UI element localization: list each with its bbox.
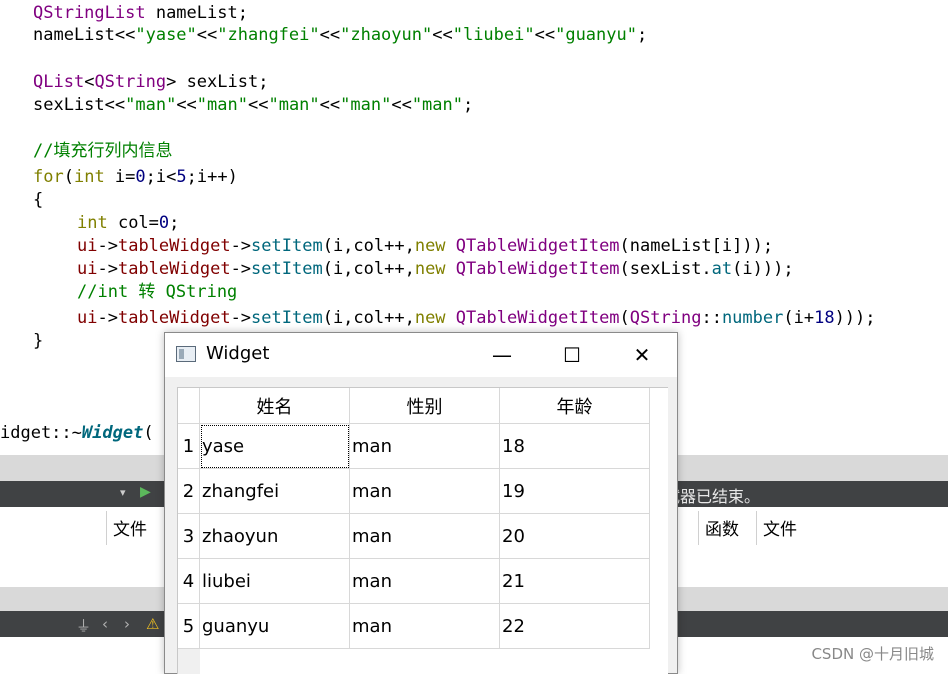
column-divider xyxy=(106,511,107,545)
close-button[interactable]: ✕ xyxy=(607,333,677,377)
code-line-1: QStringList nameList; xyxy=(33,3,248,23)
code-line-8: int col=0; xyxy=(77,213,180,233)
back-icon[interactable]: ‹ xyxy=(102,615,108,633)
code-line-4: sexList<<"man"<<"man"<<"man"<<"man"<<"ma… xyxy=(33,95,474,115)
row-header-filler xyxy=(178,649,200,674)
table-cell[interactable]: man xyxy=(350,604,500,649)
code-line-3: QList<QString> sexList; xyxy=(33,72,269,92)
column-header-age[interactable]: 年龄 xyxy=(500,388,650,424)
code-line-7: { xyxy=(33,190,44,210)
column-header-sex[interactable]: 性别 xyxy=(350,388,500,424)
column-divider xyxy=(698,511,699,545)
dropdown-arrow-icon[interactable]: ▾ xyxy=(120,486,126,499)
code-line-10: ui->tableWidget->setItem(i,col++,new QTa… xyxy=(77,259,794,279)
maximize-button[interactable]: ☐ xyxy=(537,333,607,377)
window-title: Widget xyxy=(206,343,270,364)
minimize-button[interactable]: — xyxy=(467,333,537,377)
filter-icon[interactable]: ⏚ xyxy=(76,615,91,636)
window-titlebar[interactable]: Widget — ☐ ✕ xyxy=(165,333,677,377)
code-line-2: nameList<<"yase"<<"zhangfei"<<"zhaoyun"<… xyxy=(33,25,648,45)
panel-header-file-2[interactable]: 文件 xyxy=(763,515,797,540)
code-line-13: } xyxy=(33,331,44,351)
table-cell[interactable]: yase xyxy=(200,424,350,469)
maximize-icon: ☐ xyxy=(563,343,581,367)
close-icon: ✕ xyxy=(633,343,651,367)
row-header[interactable]: 4 xyxy=(178,559,200,604)
table-cell[interactable]: man xyxy=(350,424,500,469)
code-line-12: ui->tableWidget->setItem(i,col++,new QTa… xyxy=(77,308,876,328)
row-header[interactable]: 3 xyxy=(178,514,200,559)
table-cell[interactable]: 22 xyxy=(500,604,650,649)
row-header[interactable]: 2 xyxy=(178,469,200,514)
forward-icon[interactable]: › xyxy=(124,615,130,633)
table-cell[interactable]: 19 xyxy=(500,469,650,514)
row-header[interactable]: 5 xyxy=(178,604,200,649)
table-cell[interactable]: man xyxy=(350,469,500,514)
code-line-5: //填充行列内信息 xyxy=(33,141,173,161)
window-app-icon xyxy=(176,346,196,362)
panel-header-function[interactable]: 函数 xyxy=(705,515,739,540)
column-divider xyxy=(756,511,757,545)
table-cell[interactable]: man xyxy=(350,514,500,559)
table-cell[interactable]: guanyu xyxy=(200,604,350,649)
minimize-icon: — xyxy=(492,343,512,367)
table-cell[interactable]: 20 xyxy=(500,514,650,559)
table-widget[interactable]: 姓名 性别 年龄 1 yase man 18 2 zhangfei man 19… xyxy=(177,387,668,674)
table-corner[interactable] xyxy=(178,388,200,424)
table-cell[interactable]: liubei xyxy=(200,559,350,604)
code-line-9: ui->tableWidget->setItem(i,col++,new QTa… xyxy=(77,236,774,256)
watermark: CSDN @十月旧城 xyxy=(811,645,934,663)
column-header-name[interactable]: 姓名 xyxy=(200,388,350,424)
code-line-14: idget::~Widget( xyxy=(0,423,154,443)
panel-header-file[interactable]: 文件 xyxy=(113,515,147,540)
output-message: 试器已结束。 xyxy=(664,487,761,506)
code-line-6: for(int i=0;i<5;i++) xyxy=(33,167,238,187)
code-line-11: //int 转 QString xyxy=(77,282,238,302)
widget-window: Widget — ☐ ✕ 姓名 性别 年龄 1 yase man 18 2 zh… xyxy=(164,332,678,674)
table-cell[interactable]: 18 xyxy=(500,424,650,469)
row-header[interactable]: 1 xyxy=(178,424,200,469)
run-icon[interactable]: ▶ xyxy=(140,484,151,500)
table-cell[interactable]: zhangfei xyxy=(200,469,350,514)
table-cell[interactable]: man xyxy=(350,559,500,604)
warning-icon[interactable]: ⚠ xyxy=(146,615,159,633)
table-cell[interactable]: 21 xyxy=(500,559,650,604)
table-cell[interactable]: zhaoyun xyxy=(200,514,350,559)
